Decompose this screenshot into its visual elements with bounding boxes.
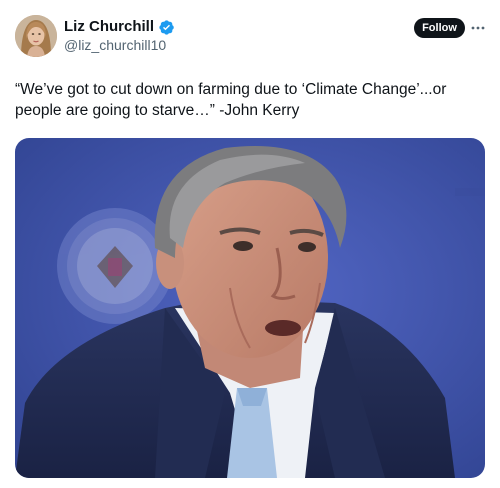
avatar[interactable] [15, 15, 57, 57]
author-name-row: Liz Churchill [64, 18, 175, 36]
tweet-photo[interactable] [15, 138, 485, 478]
tweet-text: “We’ve got to cut down on farming due to… [15, 81, 447, 119]
author-handle[interactable]: @liz_churchill10 [64, 37, 166, 54]
follow-button[interactable]: Follow [414, 18, 465, 38]
avatar-photo [15, 15, 57, 57]
verified-badge-icon [158, 19, 175, 36]
more-horizontal-icon[interactable] [470, 20, 486, 36]
photo-illustration [15, 138, 485, 478]
author-display-name[interactable]: Liz Churchill [64, 18, 154, 36]
